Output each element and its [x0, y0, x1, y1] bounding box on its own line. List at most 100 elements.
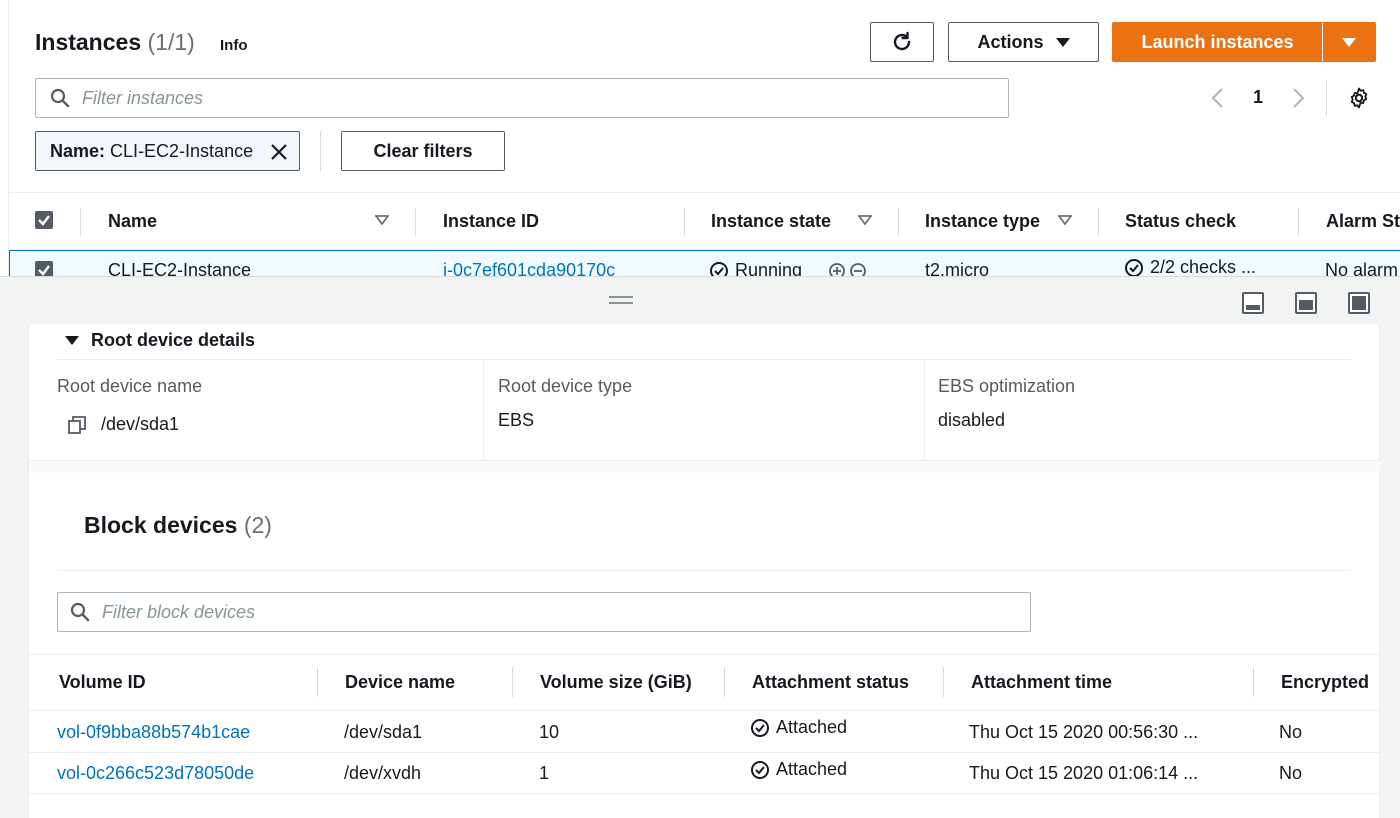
filter-instances-input[interactable]: Filter instances	[35, 78, 1009, 118]
device-name-cell: /dev/sda1	[344, 722, 423, 742]
column-header-attachment-status[interactable]: Attachment status	[752, 672, 909, 693]
split-view-bottom-button[interactable]	[1242, 292, 1264, 314]
block-devices-count: (2)	[243, 512, 272, 538]
column-header-device-name[interactable]: Device name	[345, 672, 455, 693]
root-device-name-value: /dev/sda1	[67, 414, 179, 435]
select-all-checkbox[interactable]	[35, 211, 53, 229]
gear-icon[interactable]	[1347, 86, 1371, 110]
clear-filters-button[interactable]: Clear filters	[341, 131, 505, 171]
filter-instances-placeholder: Filter instances	[82, 87, 204, 108]
chevron-right-icon[interactable]	[1288, 87, 1308, 109]
attachment-status-text: Attached	[776, 759, 848, 779]
refresh-button[interactable]	[870, 22, 934, 62]
sort-down-icon[interactable]	[858, 213, 872, 227]
attachment-time-cell: Thu Oct 15 2020 01:06:14 ...	[969, 763, 1199, 783]
filter-token-value: CLI-EC2-Instance	[110, 140, 254, 161]
root-device-name-text: /dev/sda1	[101, 414, 180, 434]
copy-icon[interactable]	[67, 415, 87, 435]
volume-size-cell: 10	[539, 722, 560, 742]
column-separator	[1098, 208, 1099, 236]
column-header-status-check[interactable]: Status check	[1125, 211, 1236, 232]
launch-instances-button-group: Launch instances	[1112, 22, 1376, 62]
encrypted-cell: No	[1279, 763, 1303, 783]
launch-dropdown-button[interactable]	[1323, 23, 1375, 61]
pagination: 1	[1200, 82, 1330, 114]
status-check-text: 2/2 checks ...	[1150, 257, 1257, 276]
instance-state-cell: Running	[709, 260, 802, 276]
column-header-instance-state[interactable]: Instance state	[711, 211, 831, 232]
column-divider	[924, 360, 925, 460]
checkmark-icon	[38, 265, 50, 276]
volume-id-link[interactable]: vol-0c266c523d78050de	[57, 763, 254, 784]
column-header-attachment-time[interactable]: Attachment time	[971, 672, 1112, 693]
info-link[interactable]: Info	[220, 37, 248, 54]
view-icon-fill	[1299, 300, 1313, 310]
chevron-left-icon[interactable]	[1208, 87, 1228, 109]
instances-panel: Instances (1/1) Info Actions Launch inst…	[0, 0, 1400, 276]
block-table-header-border	[29, 710, 1380, 711]
attachment-status-text: Attached	[776, 717, 848, 737]
root-device-name-label: Root device name	[57, 376, 203, 396]
panel-edge	[8, 0, 9, 276]
column-separator	[898, 208, 899, 236]
split-panel-bar	[0, 276, 1400, 324]
check-circle-icon	[751, 760, 769, 779]
volume-id-link[interactable]: vol-0f9bba88b574b1cae	[57, 722, 250, 743]
column-header-volume-id[interactable]: Volume ID	[59, 672, 146, 693]
launch-instances-button[interactable]: Launch instances	[1113, 23, 1323, 61]
instance-details-panel: Root device details Root device name /de…	[28, 324, 1380, 818]
column-header-instance-id[interactable]: Instance ID	[443, 211, 539, 232]
sort-down-icon[interactable]	[375, 213, 389, 227]
column-header-encrypted[interactable]: Encrypted	[1281, 672, 1369, 693]
sort-down-icon[interactable]	[1058, 213, 1072, 227]
caret-down-icon	[1055, 37, 1070, 47]
actions-label: Actions	[977, 31, 1044, 52]
zoom-out-icon[interactable]	[849, 262, 867, 276]
column-header-name[interactable]: Name	[108, 211, 157, 232]
column-separator	[317, 667, 318, 697]
zoom-in-icon[interactable]	[828, 262, 846, 276]
column-header-alarm-status[interactable]: Alarm St	[1326, 211, 1400, 232]
search-icon	[70, 602, 90, 622]
instance-name-cell: CLI-EC2-Instance	[108, 260, 252, 276]
block-table-top-border	[29, 654, 1380, 655]
column-header-instance-type[interactable]: Instance type	[925, 211, 1040, 232]
block-devices-title-text: Block devices	[84, 512, 238, 538]
column-divider	[483, 360, 484, 460]
caret-down-icon	[65, 336, 79, 345]
check-circle-icon	[751, 718, 769, 737]
instance-id-link[interactable]: i-0c7ef601cda90170c	[443, 260, 615, 276]
ebs-optimization-value: disabled	[938, 410, 1006, 430]
instance-state-text: Running	[735, 260, 803, 276]
split-view-side-button[interactable]	[1295, 292, 1317, 314]
column-separator	[415, 208, 416, 236]
root-device-type-label: Root device type	[498, 376, 633, 396]
filter-block-devices-input[interactable]: Filter block devices	[57, 592, 1031, 632]
encrypted-cell: No	[1279, 722, 1303, 742]
close-icon[interactable]	[269, 142, 289, 162]
page-title: Instances (1/1)	[35, 29, 195, 56]
instance-count: (1/1)	[147, 29, 195, 55]
table-top-border	[9, 192, 1400, 193]
section-gap	[29, 461, 1380, 473]
caret-down-icon	[1342, 37, 1356, 47]
attachment-status-cell: Attached	[750, 759, 847, 780]
root-device-section-toggle[interactable]: Root device details	[65, 330, 255, 351]
launch-label: Launch instances	[1141, 31, 1294, 52]
section-divider	[57, 570, 1351, 571]
column-separator	[724, 667, 725, 697]
column-header-volume-size[interactable]: Volume size (GiB)	[540, 672, 692, 693]
drag-handle[interactable]	[609, 296, 633, 304]
column-separator	[1253, 667, 1254, 697]
search-icon	[50, 88, 70, 108]
split-view-full-button[interactable]	[1348, 292, 1370, 314]
row-checkbox[interactable]	[35, 261, 53, 276]
section-divider	[57, 359, 1351, 360]
current-page-number[interactable]: 1	[1253, 87, 1263, 108]
pager-divider	[1326, 80, 1327, 116]
block-devices-title: Block devices (2)	[84, 512, 272, 539]
filter-token-key: Name:	[50, 140, 106, 161]
refresh-icon	[893, 31, 911, 51]
checkmark-icon	[38, 215, 50, 226]
actions-button[interactable]: Actions	[948, 22, 1099, 62]
